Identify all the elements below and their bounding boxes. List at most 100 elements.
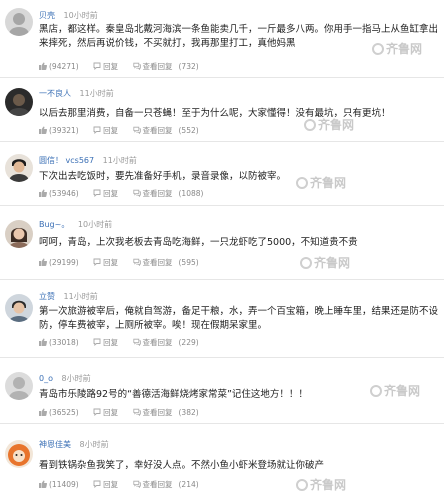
view-replies-label: 查看回复	[142, 126, 173, 135]
avatar-image	[5, 220, 33, 248]
reply-icon	[93, 62, 101, 70]
watermark-logo-icon	[300, 257, 312, 269]
avatar[interactable]	[5, 154, 33, 182]
like-count: (11409)	[49, 480, 79, 489]
reply-label: 回复	[103, 62, 119, 71]
reply-count: (552)	[178, 126, 199, 135]
comment-username[interactable]: 圆信！ vcs567	[39, 156, 94, 165]
avatar[interactable]	[5, 8, 33, 36]
watermark: 齐鲁网	[300, 254, 350, 271]
reply-button[interactable]: 回复	[93, 126, 124, 135]
reply-count: (214)	[178, 480, 199, 489]
watermark: 齐鲁网	[296, 476, 346, 493]
comment-text: 以后去那里消费，自备一只苍蝇！至于为什么呢，大家懂得！没有最坑，只有更坑！	[39, 108, 391, 119]
reply-label: 回复	[103, 126, 119, 135]
avatar[interactable]	[5, 220, 33, 248]
view-replies-link[interactable]: 查看回复 (595)	[132, 258, 205, 267]
view-replies-link[interactable]: 查看回复 (382)	[132, 408, 205, 417]
watermark-logo-icon	[372, 43, 384, 55]
reply-button[interactable]: 回复	[93, 480, 124, 489]
reply-icon	[93, 338, 101, 346]
comment-time: 11小时前	[63, 292, 98, 301]
like-count: (39321)	[49, 126, 79, 135]
watermark: 齐鲁网	[296, 174, 346, 191]
avatar-image	[5, 372, 33, 400]
comments-icon	[132, 189, 141, 197]
reply-button[interactable]: 回复	[93, 408, 124, 417]
comments-icon	[132, 62, 141, 70]
watermark-logo-icon	[304, 119, 316, 131]
reply-button[interactable]: 回复	[93, 258, 124, 267]
comment-time: 10小时前	[63, 11, 98, 20]
watermark: 齐鲁网	[304, 116, 354, 133]
comment-text: 下次出去吃饭时，要先准备好手机，录音录像，以防被宰。	[39, 171, 287, 182]
view-replies-label: 查看回复	[142, 338, 173, 347]
reply-icon	[93, 258, 101, 266]
reply-count: (732)	[178, 62, 199, 71]
like-count: (94271)	[49, 62, 79, 71]
comment-username[interactable]: 0_o	[39, 374, 53, 383]
comment-time: 11小时前	[79, 89, 114, 98]
thumbs-up-icon	[39, 62, 47, 70]
comments-icon	[132, 338, 141, 346]
avatar[interactable]	[5, 88, 33, 116]
view-replies-label: 查看回复	[142, 258, 173, 267]
reply-label: 回复	[103, 480, 119, 489]
reply-count: (382)	[178, 408, 199, 417]
like-button[interactable]: (36525)	[39, 408, 85, 417]
reply-label: 回复	[103, 408, 119, 417]
watermark-logo-icon	[296, 479, 308, 491]
reply-icon	[93, 189, 101, 197]
comment-text: 看到铁锅杂鱼我笑了，幸好没人点。不然小鱼小虾米登场就让你破产	[39, 460, 325, 471]
avatar[interactable]	[5, 294, 33, 322]
comment-time: 8小时前	[61, 374, 91, 383]
view-replies-link[interactable]: 查看回复 (552)	[132, 126, 205, 135]
comment-username[interactable]: 立赞	[39, 292, 55, 301]
avatar-image	[5, 154, 33, 182]
watermark-logo-icon	[296, 177, 308, 189]
thumbs-up-icon	[39, 480, 47, 488]
like-button[interactable]: (39321)	[39, 126, 85, 135]
thumbs-up-icon	[39, 189, 47, 197]
view-replies-link[interactable]: 查看回复 (732)	[132, 62, 205, 71]
like-button[interactable]: (33018)	[39, 338, 85, 347]
reply-label: 回复	[103, 189, 119, 198]
comment-username[interactable]: Bug~。	[39, 220, 69, 229]
comment-item: 一不良人 11小时前 以后去那里消费，自备一只苍蝇！至于为什么呢，大家懂得！没有…	[0, 78, 444, 142]
reply-button[interactable]: 回复	[93, 62, 124, 71]
comments-icon	[132, 258, 141, 266]
comment-username[interactable]: 神恩佳美	[39, 440, 71, 449]
like-count: (33018)	[49, 338, 79, 347]
thumbs-up-icon	[39, 408, 47, 416]
avatar[interactable]	[5, 440, 33, 468]
view-replies-label: 查看回复	[142, 62, 173, 71]
comment-item: 圆信！ vcs567 11小时前 下次出去吃饭时，要先准备好手机，录音录像，以防…	[0, 142, 444, 206]
avatar-image	[5, 294, 33, 322]
like-button[interactable]: (11409)	[39, 480, 85, 489]
reply-count: (595)	[178, 258, 199, 267]
comments-icon	[132, 480, 141, 488]
avatar[interactable]	[5, 372, 33, 400]
like-button[interactable]: (53946)	[39, 189, 85, 198]
reply-icon	[93, 480, 101, 488]
comment-item: 0_o 8小时前 青岛市乐陵路92号的“善德活海鲜烧烤家常菜”记住这地方！！！ …	[0, 358, 444, 424]
view-replies-label: 查看回复	[142, 408, 173, 417]
reply-button[interactable]: 回复	[93, 338, 124, 347]
comment-time: 11小时前	[102, 156, 137, 165]
comments-icon	[132, 408, 141, 416]
view-replies-link[interactable]: 查看回复 (229)	[132, 338, 205, 347]
like-button[interactable]: (94271)	[39, 62, 85, 71]
view-replies-link[interactable]: 查看回复 (214)	[132, 480, 205, 489]
like-count: (36525)	[49, 408, 79, 417]
reply-label: 回复	[103, 258, 119, 267]
reply-icon	[93, 408, 101, 416]
reply-button[interactable]: 回复	[93, 189, 124, 198]
reply-icon	[93, 126, 101, 134]
like-button[interactable]: (29199)	[39, 258, 85, 267]
avatar-image	[5, 88, 33, 116]
comment-username[interactable]: 一不良人	[39, 89, 71, 98]
comment-username[interactable]: 贝壳	[39, 11, 55, 20]
view-replies-link[interactable]: 查看回复 (1088)	[132, 189, 210, 198]
thumbs-up-icon	[39, 126, 47, 134]
thumbs-up-icon	[39, 338, 47, 346]
